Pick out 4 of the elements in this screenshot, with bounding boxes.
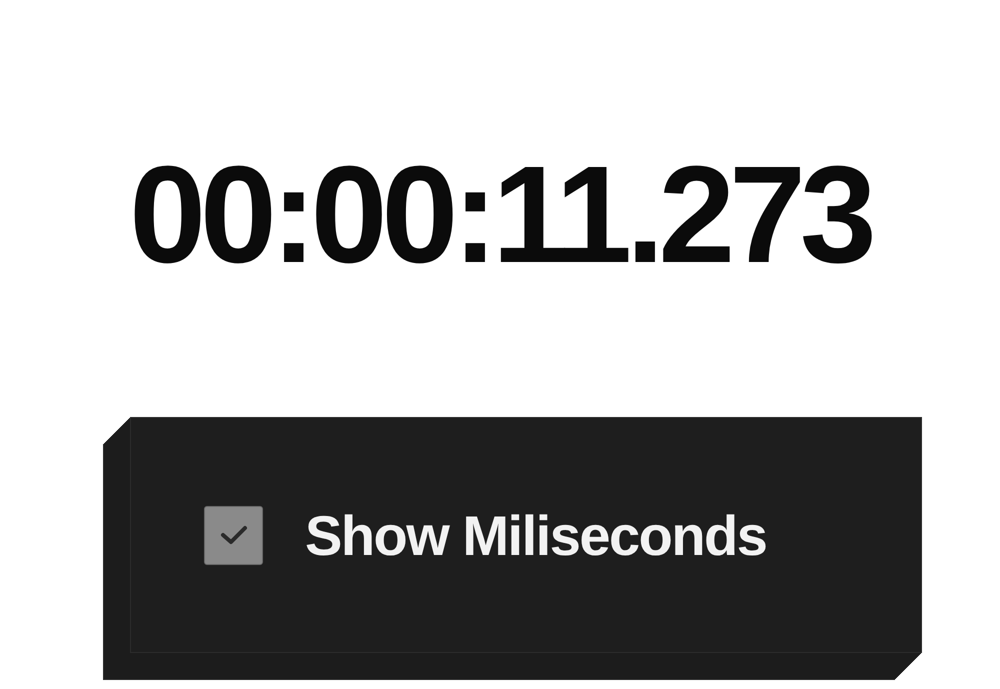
checkbox[interactable] bbox=[204, 506, 263, 564]
timer-display: 00:00:11.273 bbox=[129, 140, 871, 290]
milliseconds-toggle[interactable]: Show Miliseconds bbox=[204, 502, 766, 568]
checkmark-icon bbox=[220, 524, 248, 546]
